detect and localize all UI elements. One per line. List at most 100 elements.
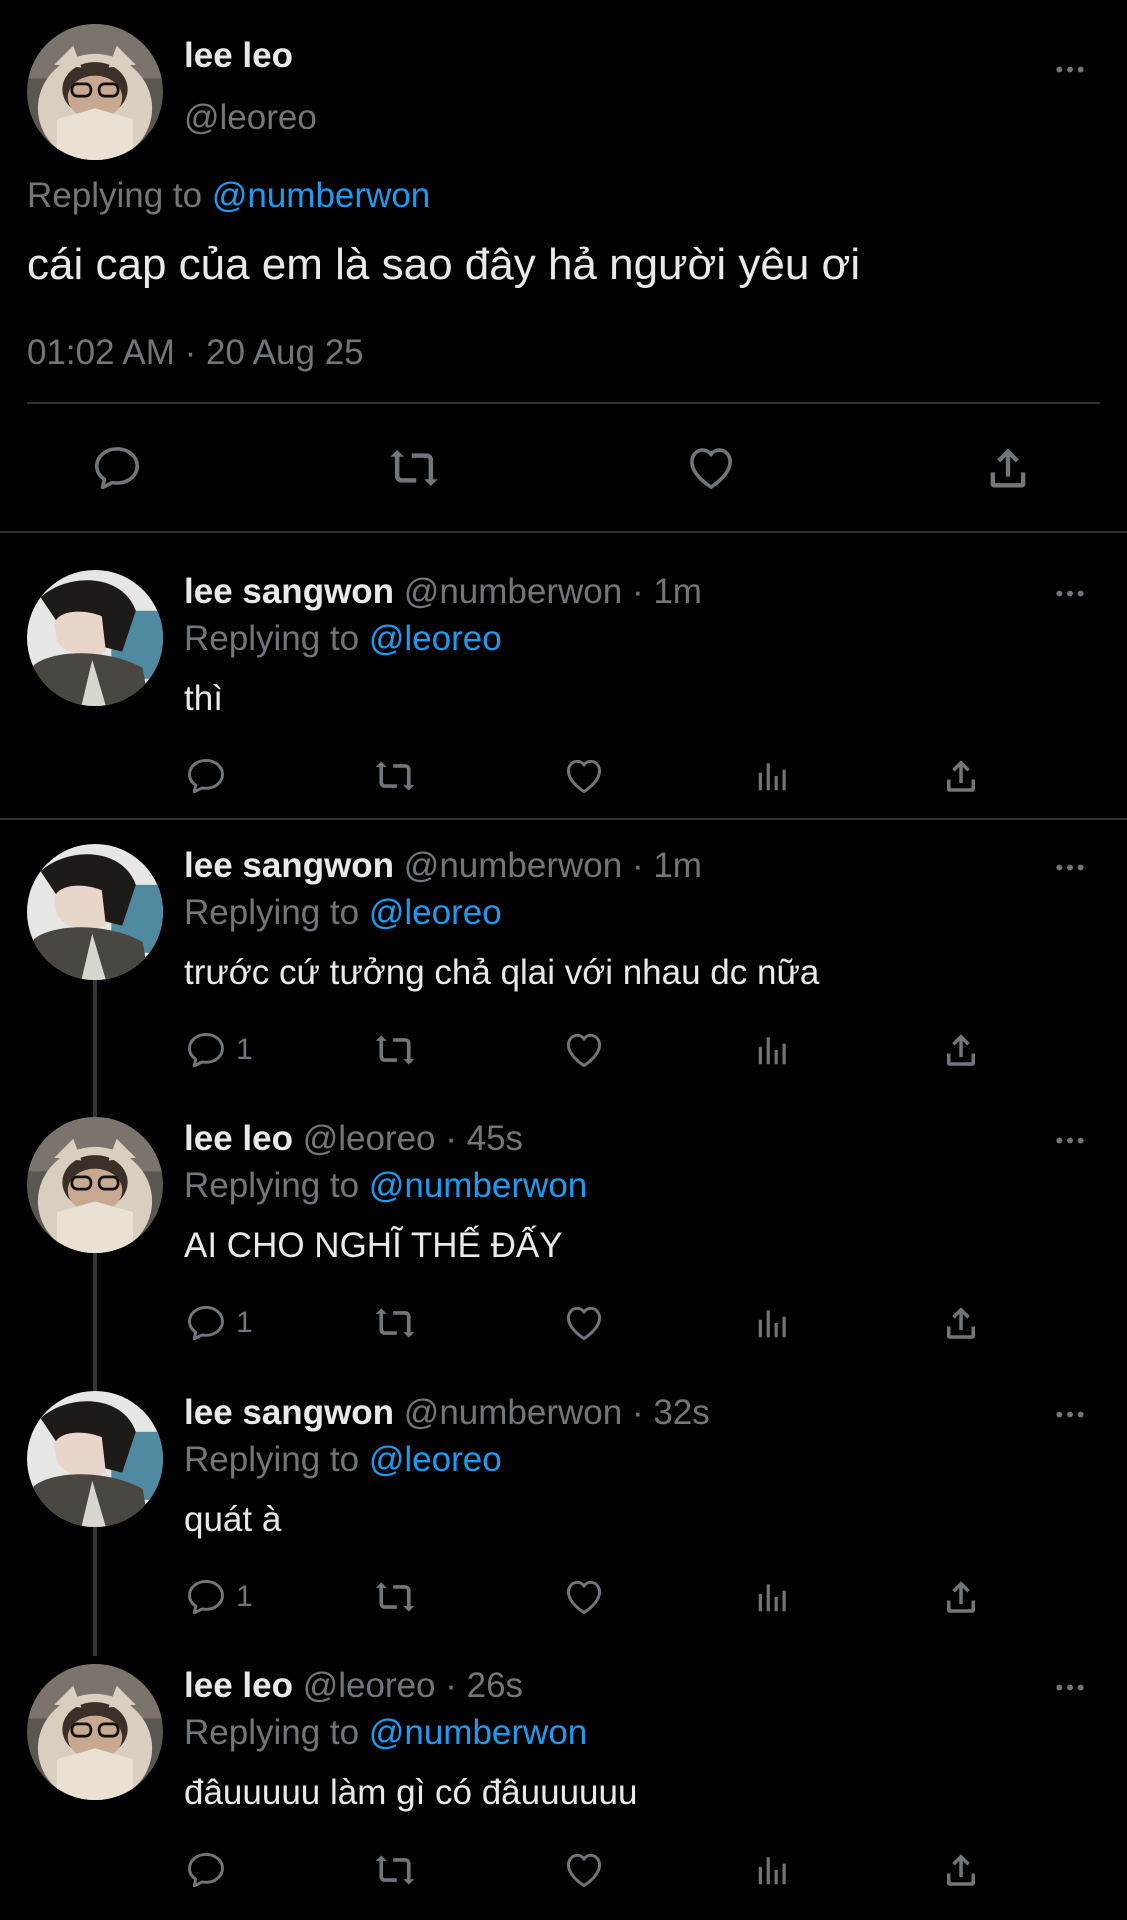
tweet-text: cái cap của em là sao đây hả người yêu ơ… [27,240,861,289]
retweet-button[interactable] [371,1301,419,1345]
replying-to-label: Replying to [184,1713,360,1752]
reply-button[interactable]: 1 [184,1301,253,1345]
reply-button[interactable]: 1 [184,1575,253,1619]
like-button[interactable] [562,754,606,798]
reply-button[interactable] [90,441,144,495]
reply-header: lee sangwon @numberwon · 1m [184,846,702,886]
replying-to-handle[interactable]: @leoreo [369,893,502,932]
reply-author-handle[interactable]: @numberwon [404,846,622,885]
reply-button[interactable] [184,754,236,798]
like-button[interactable] [562,1301,606,1345]
divider [0,531,1127,533]
replying-to-handle[interactable]: @numberwon [212,176,430,215]
replying-to-line: Replying to @leoreo [184,893,502,933]
retweet-arrows-icon [371,1575,419,1619]
ellipsis-icon[interactable] [1054,1682,1086,1693]
replying-to-handle[interactable]: @numberwon [369,1166,587,1205]
avatar[interactable] [27,570,163,706]
retweet-button[interactable] [371,1575,419,1619]
reply-text: quát à [184,1500,282,1539]
ellipsis-icon[interactable] [1054,1135,1086,1146]
author-handle[interactable]: @leoreo [184,98,317,138]
reply-time: · 1m [631,572,702,611]
bar-chart-icon [754,756,792,796]
reply-author-handle[interactable]: @leoreo [303,1666,436,1705]
avatar[interactable] [27,1391,163,1527]
reply-author-handle[interactable]: @leoreo [303,1119,436,1158]
share-upload-icon [940,1575,982,1619]
share-upload-icon [940,754,982,798]
reply-header: lee sangwon @numberwon · 1m [184,572,702,612]
retweet-arrows-icon [371,1848,419,1892]
ellipsis-icon[interactable] [1054,64,1086,75]
retweet-button[interactable] [386,441,442,495]
reply-author-handle[interactable]: @numberwon [404,1393,622,1432]
share-button[interactable] [940,1848,982,1892]
bar-chart-icon [754,1303,792,1343]
retweet-button[interactable] [371,754,419,798]
avatar[interactable] [27,1117,163,1253]
replying-to-handle[interactable]: @leoreo [369,619,502,658]
reply-author-name[interactable]: lee leo [184,1666,293,1705]
views-button[interactable] [754,1030,792,1070]
avatar[interactable] [27,844,163,980]
heart-icon [562,1848,606,1892]
views-button[interactable] [754,1303,792,1343]
ellipsis-icon[interactable] [1054,862,1086,873]
reply-author-name[interactable]: lee sangwon [184,846,394,885]
replying-to-handle[interactable]: @leoreo [369,1440,502,1479]
reply-author-handle[interactable]: @numberwon [404,572,622,611]
reply-count: 1 [236,1033,253,1066]
ellipsis-icon[interactable] [1054,1409,1086,1420]
reply-button[interactable] [184,1848,236,1892]
replying-to-line: Replying to @numberwon [27,176,430,216]
share-button[interactable] [940,1575,982,1619]
heart-icon [562,1575,606,1619]
reply-author-name[interactable]: lee sangwon [184,1393,394,1432]
like-button[interactable] [562,1848,606,1892]
retweet-arrows-icon [371,1301,419,1345]
reply-text: trước cứ tưởng chả qlai với nhau dc nữa [184,953,820,992]
like-button[interactable] [562,1575,606,1619]
retweet-arrows-icon [371,1028,419,1072]
speech-bubble-icon [184,1575,228,1619]
replying-to-label: Replying to [27,176,203,215]
share-button[interactable] [940,754,982,798]
reply-author-name[interactable]: lee sangwon [184,572,394,611]
speech-bubble-icon [184,754,228,798]
views-button[interactable] [754,1850,792,1890]
retweet-button[interactable] [371,1028,419,1072]
avatar-image [27,844,163,980]
reply-author-name[interactable]: lee leo [184,1119,293,1158]
avatar-image [27,1664,163,1800]
heart-icon [562,1301,606,1345]
bar-chart-icon [754,1030,792,1070]
share-upload-icon [940,1848,982,1892]
share-button[interactable] [982,441,1034,495]
reply-time: · 32s [631,1393,710,1432]
reply-button[interactable]: 1 [184,1028,253,1072]
views-button[interactable] [754,1577,792,1617]
like-button[interactable] [684,441,738,495]
heart-icon [684,441,738,495]
reply-text: AI CHO NGHĨ THẾ ĐẤY [184,1226,563,1265]
reply-text: đâuuuuu làm gì có đâuuuuuu [184,1773,638,1812]
like-button[interactable] [562,1028,606,1072]
avatar-image [27,1391,163,1527]
avatar[interactable] [27,24,163,160]
avatar[interactable] [27,1664,163,1800]
bar-chart-icon [754,1850,792,1890]
retweet-button[interactable] [371,1848,419,1892]
reply-count: 1 [236,1306,253,1339]
speech-bubble-icon [184,1301,228,1345]
speech-bubble-icon [184,1848,228,1892]
share-button[interactable] [940,1028,982,1072]
share-button[interactable] [940,1301,982,1345]
replying-to-handle[interactable]: @numberwon [369,1713,587,1752]
share-upload-icon [940,1301,982,1345]
divider [27,402,1100,404]
ellipsis-icon[interactable] [1054,588,1086,599]
views-button[interactable] [754,756,792,796]
author-name[interactable]: lee leo [184,36,293,76]
replying-to-label: Replying to [184,1440,360,1479]
